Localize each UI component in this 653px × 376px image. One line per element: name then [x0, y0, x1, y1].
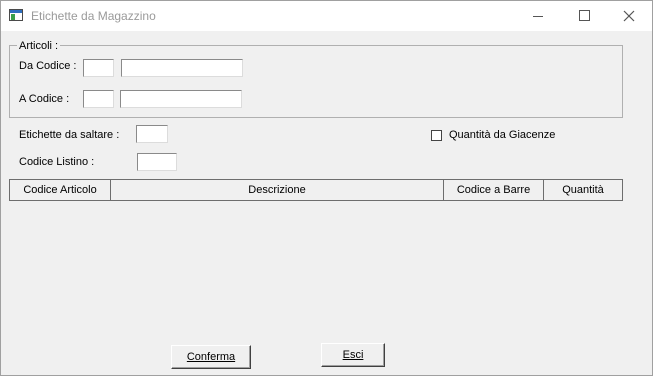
- codice-listino-input[interactable]: [137, 153, 177, 171]
- column-header-descrizione[interactable]: Descrizione: [111, 180, 444, 200]
- minimize-button[interactable]: [515, 1, 561, 31]
- etichette-saltare-label: Etichette da saltare :: [19, 129, 120, 141]
- confirm-button[interactable]: Conferma: [171, 345, 251, 369]
- articles-table-header: Codice Articolo Descrizione Codice a Bar…: [9, 179, 623, 201]
- etichette-saltare-input[interactable]: [136, 125, 168, 143]
- a-codice-label: A Codice :: [19, 93, 70, 105]
- maximize-button[interactable]: [561, 1, 607, 31]
- app-icon: [9, 9, 23, 21]
- a-codice-input[interactable]: [120, 90, 242, 108]
- da-codice-input[interactable]: [121, 59, 243, 77]
- quantita-giacenze-label[interactable]: Quantità da Giacenze: [449, 129, 555, 141]
- minimize-icon: [533, 16, 543, 17]
- column-header-codice-barre[interactable]: Codice a Barre: [444, 180, 544, 200]
- codice-listino-label: Codice Listino :: [19, 156, 95, 168]
- da-codice-label: Da Codice :: [19, 60, 77, 72]
- a-codice-prefix-input[interactable]: [83, 90, 114, 108]
- form-body: Articoli : Da Codice : A Codice : Etiche…: [1, 31, 652, 375]
- window-title: Etichette da Magazzino: [31, 9, 156, 23]
- close-icon: [623, 10, 635, 22]
- title-bar[interactable]: Etichette da Magazzino: [1, 1, 652, 31]
- app-window: Etichette da Magazzino Articoli : Da Cod…: [0, 0, 653, 376]
- close-button[interactable]: [606, 1, 652, 31]
- exit-button[interactable]: Esci: [321, 343, 385, 367]
- column-header-quantita[interactable]: Quantità: [544, 180, 622, 200]
- articoli-legend: Articoli :: [17, 40, 61, 52]
- column-header-codice-articolo[interactable]: Codice Articolo: [10, 180, 111, 200]
- exit-button-label: Esci: [342, 349, 364, 361]
- maximize-icon: [579, 10, 590, 21]
- da-codice-prefix-input[interactable]: [83, 59, 114, 77]
- confirm-button-label: Conferma: [186, 351, 236, 363]
- quantita-giacenze-checkbox[interactable]: [431, 130, 442, 141]
